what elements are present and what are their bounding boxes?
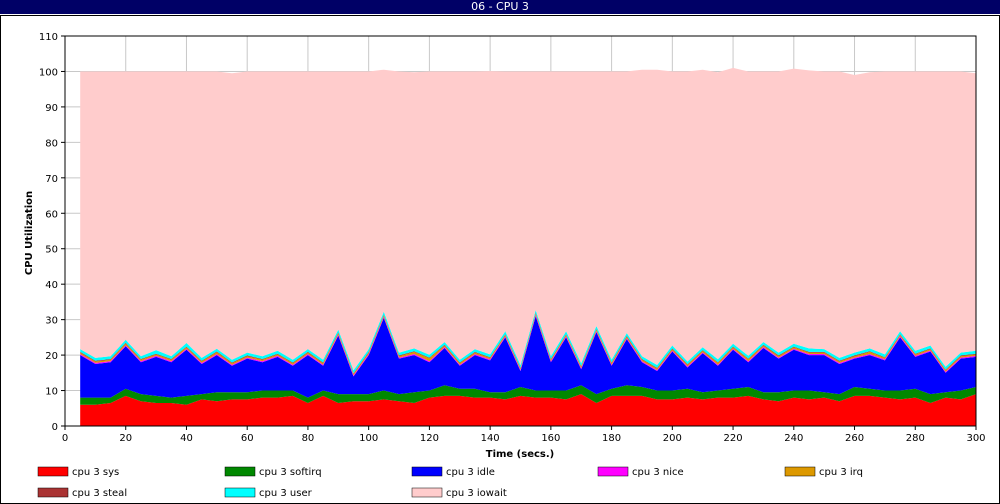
legend: cpu 3 sys cpu 3 softirq cpu 3 idle cpu 3 ni…: [37, 466, 863, 499]
y-axis-label: CPU Utilization: [24, 191, 35, 275]
y-tick-label-7: 70: [45, 174, 58, 185]
legend-swatch-4: [784, 466, 816, 477]
x-axis-label: Time (secs.): [486, 449, 555, 460]
legend-label-4: cpu 3 irq: [819, 467, 863, 478]
legend-swatch-2: [411, 466, 443, 477]
legend-swatch-7: [411, 487, 443, 498]
x-tick-label-0: 0: [62, 433, 68, 444]
y-tick-labels: 0 10 20 30 40 50 60 70 80 90 100 110: [39, 32, 58, 433]
legend-swatch-5: [37, 487, 69, 498]
window-title-bar: 06 - CPU 3: [0, 0, 1000, 14]
legend-label-0: cpu 3 sys: [72, 467, 119, 478]
legend-swatch-0: [37, 466, 69, 477]
y-tick-label-9: 90: [45, 103, 58, 114]
x-tick-label-8: 160: [541, 433, 560, 444]
window-title: 06 - CPU 3: [471, 0, 529, 13]
x-tick-label-5: 100: [359, 433, 378, 444]
x-tick-label-11: 220: [724, 433, 743, 444]
y-tick-label-1: 10: [45, 387, 58, 398]
legend-label-2: cpu 3 idle: [446, 467, 495, 478]
y-tick-label-6: 60: [45, 209, 58, 220]
y-tick-label-5: 50: [45, 245, 58, 256]
x-tick-label-2: 40: [180, 433, 193, 444]
legend-label-3: cpu 3 nice: [632, 467, 684, 478]
x-tick-label-14: 280: [906, 433, 925, 444]
x-tick-label-15: 300: [966, 433, 985, 444]
x-tick-label-12: 240: [784, 433, 803, 444]
legend-label-6: cpu 3 user: [259, 488, 313, 499]
x-tick-label-1: 20: [119, 433, 132, 444]
y-tick-label-11: 110: [39, 32, 58, 43]
y-tick-label-0: 0: [52, 422, 58, 433]
x-tick-label-10: 200: [663, 433, 682, 444]
y-tick-label-2: 20: [45, 351, 58, 362]
series-area-7: [80, 67, 976, 371]
legend-label-5: cpu 3 steal: [72, 488, 127, 499]
x-tick-label-7: 140: [481, 433, 500, 444]
x-tick-label-9: 180: [602, 433, 621, 444]
legend-label-1: cpu 3 softirq: [259, 467, 322, 478]
legend-label-7: cpu 3 iowait: [446, 488, 507, 499]
legend-swatch-3: [597, 466, 629, 477]
legend-swatch-6: [224, 487, 256, 498]
y-tick-label-8: 80: [45, 138, 58, 149]
cpu-utilization-chart: 0 20 40 60 80 100 120 140 160 180 200 220 240 260 280 3…: [24, 32, 986, 499]
x-tick-label-6: 120: [420, 433, 439, 444]
y-tick-label-4: 40: [45, 280, 58, 291]
series-areas: [80, 67, 976, 426]
x-tick-label-4: 80: [302, 433, 315, 444]
x-tick-labels: 0 20 40 60 80 100 120 140 160 180 200 220 240 260 280 3…: [62, 433, 986, 444]
legend-swatch-1: [224, 466, 256, 477]
x-tick-label-13: 260: [845, 433, 864, 444]
chart-frame: 0 20 40 60 80 100 120 140 160 180 200 220 240 260 280 3…: [0, 15, 1000, 504]
x-tick-label-3: 60: [241, 433, 254, 444]
y-tick-label-10: 100: [39, 67, 58, 78]
y-tick-label-3: 30: [45, 316, 58, 327]
